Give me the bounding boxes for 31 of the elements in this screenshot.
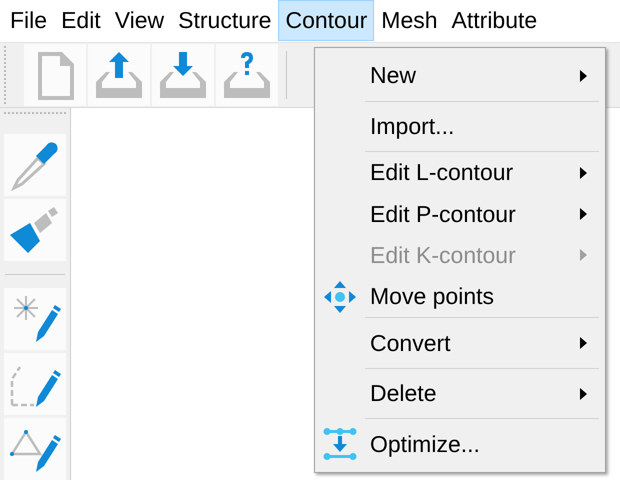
triangle-pencil-tool-button[interactable] <box>4 418 66 480</box>
submenu-arrow-icon <box>580 249 587 262</box>
menu-item[interactable]: Optimize... <box>315 419 605 470</box>
paint-brush-tool-button[interactable] <box>4 199 66 261</box>
submenu-arrow-icon <box>580 208 587 220</box>
menu-item[interactable]: Convert <box>315 318 605 368</box>
upload-tray-button[interactable] <box>88 44 150 106</box>
menu-item[interactable]: Move points <box>315 276 605 318</box>
submenu-arrow-icon <box>580 70 587 82</box>
menu-title[interactable]: Contour <box>278 0 374 42</box>
menu-title[interactable]: Attribute <box>444 0 544 42</box>
menu-title[interactable]: Edit <box>54 0 108 42</box>
download-tray-button[interactable] <box>152 44 214 106</box>
help-tray-button[interactable] <box>216 44 278 106</box>
menu-item[interactable]: Import... <box>315 102 605 152</box>
menu-title[interactable]: Mesh <box>374 0 445 42</box>
eyedropper-tool-button[interactable] <box>4 134 66 196</box>
menu-title[interactable]: File <box>3 0 54 42</box>
submenu-arrow-icon <box>580 388 587 400</box>
submenu-arrow-icon <box>580 166 587 179</box>
menu-item[interactable]: Delete <box>315 368 605 418</box>
menu-item[interactable]: Edit L-contour <box>315 152 605 194</box>
polyline-pencil-tool-button[interactable] <box>4 353 66 415</box>
move-arrows-icon <box>323 280 357 314</box>
submenu-arrow-icon <box>580 337 587 350</box>
menu-title[interactable]: Structure <box>171 0 278 42</box>
menu-title[interactable]: View <box>108 0 172 42</box>
menu-item[interactable]: Edit P-contour <box>315 193 605 235</box>
optimize-icon <box>323 428 357 460</box>
sparkle-pencil-tool-button[interactable] <box>4 288 66 350</box>
menu-item[interactable]: New <box>315 51 605 101</box>
